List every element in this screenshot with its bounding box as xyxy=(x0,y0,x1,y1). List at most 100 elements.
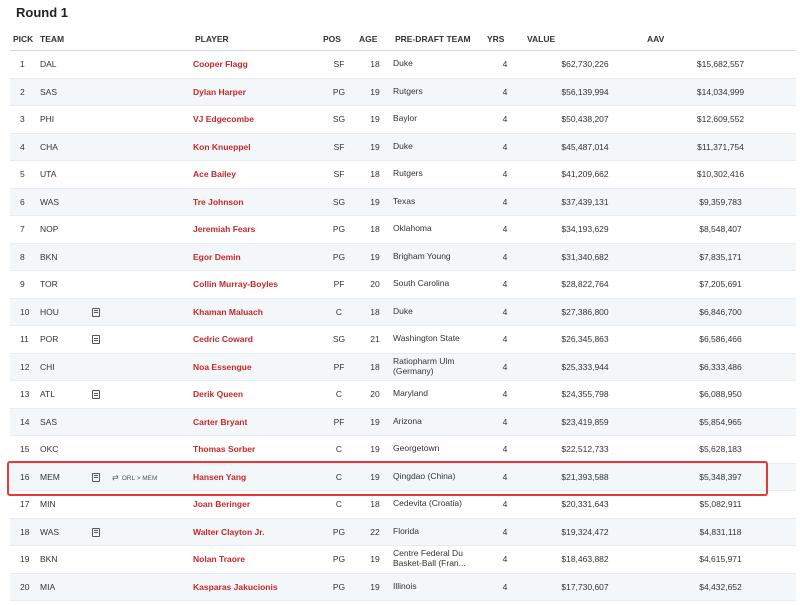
pick-number: 17 xyxy=(10,490,36,519)
player-cell: Ace Bailey xyxy=(193,160,321,189)
contract-value: $37,439,131 xyxy=(525,188,645,216)
position: PG xyxy=(321,573,357,601)
age: 18 xyxy=(357,298,393,326)
table-row[interactable]: 2 SAS Dylan Harper PG 19 Rutgers 4 $56,139,994 $… xyxy=(10,78,796,106)
table-row[interactable]: 12 CHI Noa Essengue PF 18 Ratiopharm Ulm (Ger… xyxy=(10,353,796,381)
pre-draft-team: Duke xyxy=(393,50,485,79)
player-link[interactable]: Kon Knueppel xyxy=(193,142,251,152)
header-player[interactable]: PLAYER xyxy=(193,28,321,51)
player-link[interactable]: Khaman Maluach xyxy=(193,307,263,317)
pre-draft-team: Cedevita (Croatia) xyxy=(393,490,485,519)
round-title: Round 1 xyxy=(16,5,68,20)
team-cell: BKN xyxy=(36,545,193,574)
note-icon[interactable] xyxy=(92,307,100,317)
player-link[interactable]: Carter Bryant xyxy=(193,417,247,427)
team-abbr: WAS xyxy=(40,526,60,537)
table-row[interactable]: 1 DAL Cooper Flagg SF 18 Duke 4 $62,730,226 $15,… xyxy=(10,50,796,79)
contract-aav: $8,548,407 xyxy=(645,215,796,244)
age: 19 xyxy=(357,78,393,106)
team-abbr: CHA xyxy=(40,141,58,152)
contract-aav: $6,333,486 xyxy=(645,353,796,381)
trade-info: ⇄ ORL > MEM xyxy=(112,473,157,482)
note-icon[interactable] xyxy=(92,472,100,482)
player-link[interactable]: Cooper Flagg xyxy=(193,59,248,69)
contract-aav: $15,682,557 xyxy=(645,50,796,79)
header-pre-draft-team[interactable]: PRE-DRAFT TEAM xyxy=(393,28,485,51)
table-row[interactable]: 8 BKN Egor Demin PG 19 Brigham Young 4 $31,340,… xyxy=(10,243,796,271)
pick-number: 10 xyxy=(10,298,36,326)
position: C xyxy=(321,490,357,519)
contract-value: $56,139,994 xyxy=(525,78,645,106)
team-abbr: POR xyxy=(40,334,59,345)
player-link[interactable]: Cedric Coward xyxy=(193,334,253,344)
position: SF xyxy=(321,133,357,161)
header-yrs[interactable]: YRS xyxy=(485,28,525,51)
table-row[interactable]: 3 PHI VJ Edgecombe SG 19 Baylor 4 $50,438,207 $1… xyxy=(10,105,796,134)
player-cell: Derik Queen xyxy=(193,380,321,409)
player-cell: Jeremiah Fears xyxy=(193,215,321,244)
header-pick[interactable]: PICK xyxy=(10,28,36,51)
table-row[interactable]: 20 MIA Kasparas Jakucionis PG 19 Illinois 4 $17… xyxy=(10,573,796,601)
table-row[interactable]: 4 CHA Kon Knueppel SF 19 Duke 4 $45,487,014 $11,… xyxy=(10,133,796,161)
contract-aav: $9,359,783 xyxy=(645,188,796,216)
player-link[interactable]: Noa Essengue xyxy=(193,362,252,372)
table-row[interactable]: 6 WAS Tre Johnson SG 19 Texas 4 $37,439,131 $9,3… xyxy=(10,188,796,216)
table-row[interactable]: 16 MEM ⇄ ORL > MEM Hansen Yang C 19 Qingdao (Ch… xyxy=(10,463,796,491)
contract-years: 4 xyxy=(485,133,525,161)
table-row[interactable]: 19 BKN Nolan Traore PG 19 Centre Federal Du B… xyxy=(10,545,796,574)
pick-number: 13 xyxy=(10,380,36,409)
player-link[interactable]: Dylan Harper xyxy=(193,87,246,97)
table-row[interactable]: 14 SAS Carter Bryant PF 19 Arizona 4 $23,419,85… xyxy=(10,408,796,436)
contract-value: $27,386,800 xyxy=(525,298,645,326)
contract-aav: $11,371,754 xyxy=(645,133,796,161)
player-link[interactable]: Joan Beringer xyxy=(193,499,250,509)
player-cell: Cedric Coward xyxy=(193,325,321,354)
player-link[interactable]: Walter Clayton Jr. xyxy=(193,527,264,537)
age: 18 xyxy=(357,215,393,244)
player-link[interactable]: Hansen Yang xyxy=(193,472,246,482)
position: PG xyxy=(321,243,357,271)
contract-aav: $5,854,965 xyxy=(645,408,796,436)
table-row[interactable]: 11 POR Cedric Coward SG 21 Washington State 4 $… xyxy=(10,325,796,354)
contract-aav: $5,082,911 xyxy=(645,490,796,519)
contract-value: $17,730,607 xyxy=(525,573,645,601)
player-cell: Kon Knueppel xyxy=(193,133,321,161)
note-icon[interactable] xyxy=(92,527,100,537)
team-cell: HOU xyxy=(36,298,193,326)
table-row[interactable]: 15 OKC Thomas Sorber C 19 Georgetown 4 $22,512,… xyxy=(10,435,796,464)
player-link[interactable]: Collin Murray-Boyles xyxy=(193,279,278,289)
table-row[interactable]: 13 ATL Derik Queen C 20 Maryland 4 $24,355,798 $… xyxy=(10,380,796,409)
player-link[interactable]: VJ Edgecombe xyxy=(193,114,254,124)
player-cell: Walter Clayton Jr. xyxy=(193,518,321,546)
pre-draft-team: Baylor xyxy=(393,105,485,134)
table-row[interactable]: 17 MIN Joan Beringer C 18 Cedevita (Croatia) 4… xyxy=(10,490,796,519)
player-link[interactable]: Egor Demin xyxy=(193,252,241,262)
player-link[interactable]: Jeremiah Fears xyxy=(193,224,255,234)
header-team[interactable]: TEAM xyxy=(36,28,193,51)
header-age[interactable]: AGE xyxy=(357,28,393,51)
player-link[interactable]: Kasparas Jakucionis xyxy=(193,582,278,592)
age: 19 xyxy=(357,243,393,271)
age: 21 xyxy=(357,325,393,354)
team-cell: NOP xyxy=(36,215,193,244)
player-link[interactable]: Derik Queen xyxy=(193,389,243,399)
table-row[interactable]: 7 NOP Jeremiah Fears PG 18 Oklahoma 4 $34,193,6… xyxy=(10,215,796,244)
player-link[interactable]: Tre Johnson xyxy=(193,197,244,207)
table-row[interactable]: 5 UTA Ace Bailey SF 18 Rutgers 4 $41,209,662 $10… xyxy=(10,160,796,189)
table-row[interactable]: 10 HOU Khaman Maluach C 18 Duke 4 $27,386,800 $6… xyxy=(10,298,796,326)
note-icon[interactable] xyxy=(92,335,100,345)
team-abbr: SAS xyxy=(40,86,58,97)
team-cell: CHA xyxy=(36,133,193,161)
player-link[interactable]: Nolan Traore xyxy=(193,554,245,564)
pre-draft-team: Oklahoma xyxy=(393,215,485,244)
age: 18 xyxy=(357,50,393,79)
contract-years: 4 xyxy=(485,105,525,134)
header-aav[interactable]: AAV xyxy=(645,28,796,51)
note-icon[interactable] xyxy=(92,390,100,400)
player-link[interactable]: Thomas Sorber xyxy=(193,444,255,454)
table-row[interactable]: 9 TOR Collin Murray-Boyles PF 20 South Caroli… xyxy=(10,270,796,299)
header-pos[interactable]: POS xyxy=(321,28,357,51)
header-value[interactable]: VALUE xyxy=(525,28,645,51)
table-row[interactable]: 18 WAS Walter Clayton Jr. PG 22 Florida 4 $19,3… xyxy=(10,518,796,546)
player-link[interactable]: Ace Bailey xyxy=(193,169,236,179)
